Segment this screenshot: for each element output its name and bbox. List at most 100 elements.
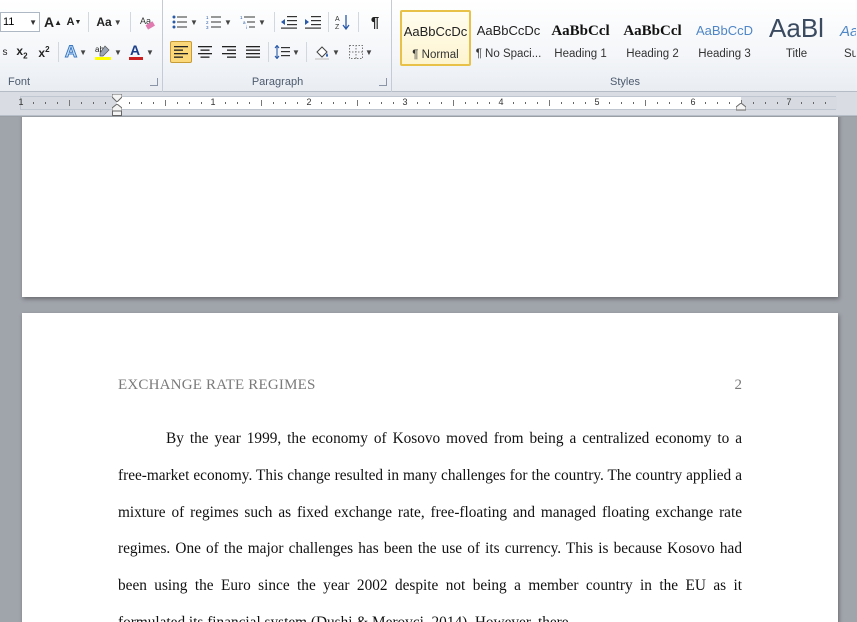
ruler-tick <box>345 102 346 104</box>
ruler-number: 1 <box>210 97 216 107</box>
style-sample: AaBbCcl <box>551 23 610 39</box>
style-name: ¶ No Spaci... <box>475 48 542 60</box>
line-spacing-button[interactable]: ▼ <box>272 41 302 63</box>
text-effects-button[interactable]: A ▼ <box>62 41 90 63</box>
ruler-tick <box>489 102 490 104</box>
borders-button[interactable]: ▼ <box>346 41 376 63</box>
style-title[interactable]: AaBl Title <box>761 10 832 66</box>
style-name: Heading 2 <box>626 48 679 60</box>
ruler-tick <box>237 102 238 104</box>
change-case-label: Aa <box>96 15 112 29</box>
ruler-tick <box>705 102 706 104</box>
ruler-tick <box>225 102 226 104</box>
change-case-button[interactable]: Aa ▼ <box>94 11 124 33</box>
ruler-tick <box>621 102 622 104</box>
ruler-tick <box>753 102 754 104</box>
paragraph-group: ▼ 1 2 3 ▼ 1 a i ▼ AZ ¶ ▼ ▼ ▼ Paragraph <box>164 0 392 92</box>
style-heading-2[interactable]: AaBbCcl Heading 2 <box>617 10 688 66</box>
subscript-button[interactable]: x2 <box>12 41 32 63</box>
font-size-box[interactable]: 11 ▼ <box>0 12 40 32</box>
font-group: 11 ▼ A ▲ A ▼ Aa ▼ Aa s x2 x2 A ▼ ab ▼ A … <box>0 0 163 92</box>
ruler-tick <box>645 100 646 106</box>
styles-group-label: Styles <box>610 76 640 88</box>
numbering-icon: 123 <box>206 15 222 29</box>
style-no-spacing[interactable]: AaBbCcDc ¶ No Spaci... <box>473 10 544 66</box>
chevron-down-icon[interactable]: ▼ <box>29 18 37 27</box>
style-heading-3[interactable]: AaBbCcD Heading 3 <box>689 10 760 66</box>
ruler-number: 1 <box>18 97 24 107</box>
sort-icon: AZ <box>335 15 350 30</box>
svg-text:A: A <box>130 43 140 58</box>
ruler-tick <box>777 102 778 104</box>
ruler-tick <box>765 102 766 104</box>
ruler-tick <box>477 102 478 104</box>
shading-icon[interactable]: s <box>0 41 10 63</box>
superscript-button[interactable]: x2 <box>34 41 54 63</box>
ruler-tick <box>393 102 394 104</box>
document-area[interactable]: EXCHANGE RATE REGIMES 2 By the year 1999… <box>0 117 857 622</box>
ruler-tick <box>105 102 106 104</box>
grow-font-button[interactable]: A ▲ <box>43 11 63 33</box>
ruler-tick <box>669 102 670 104</box>
ruler-tick <box>201 102 202 104</box>
multilevel-list-button[interactable]: 1 a i ▼ <box>238 11 268 33</box>
shading-button[interactable]: ▼ <box>312 41 342 63</box>
clear-formatting-icon[interactable]: Aa <box>136 11 158 33</box>
body-paragraph[interactable]: By the year 1999, the economy of Kosovo … <box>118 421 742 622</box>
sort-button[interactable]: AZ <box>332 11 354 33</box>
ruler-tick <box>261 100 262 106</box>
bullets-button[interactable]: ▼ <box>170 11 200 33</box>
ruler-tick <box>729 102 730 104</box>
hanging-indent-marker[interactable] <box>112 104 122 116</box>
running-head: EXCHANGE RATE REGIMES <box>118 377 316 393</box>
ruler-tick <box>57 102 58 104</box>
align-left-button[interactable] <box>170 41 192 63</box>
ruler-tick <box>513 102 514 104</box>
show-marks-button[interactable]: ¶ <box>364 11 386 33</box>
ruler-tick <box>681 102 682 104</box>
style-normal[interactable]: AaBbCcDc ¶ Normal <box>400 10 471 66</box>
align-right-button[interactable] <box>218 41 240 63</box>
ruler-tick <box>129 102 130 104</box>
paragraph-dialog-launcher[interactable] <box>379 78 387 86</box>
ruler-tick <box>33 102 34 104</box>
ruler-tick <box>441 102 442 104</box>
style-heading-1[interactable]: AaBbCcl Heading 1 <box>545 10 616 66</box>
increase-indent-button[interactable] <box>302 11 324 33</box>
ruler-tick <box>321 102 322 104</box>
font-size-value: 11 <box>3 16 15 28</box>
align-right-icon <box>222 46 236 58</box>
ruler-tick <box>165 100 166 106</box>
style-sample: AaBbCcD <box>695 23 754 38</box>
multilevel-list-icon: 1ai <box>240 15 256 29</box>
ruler-track: 1 1 2 3 4 5 6 7 <box>18 96 837 110</box>
justify-button[interactable] <box>242 41 264 63</box>
increase-indent-icon <box>305 16 321 29</box>
ruler-tick <box>153 102 154 104</box>
font-dialog-launcher[interactable] <box>150 78 158 86</box>
ruler-tick <box>429 102 430 104</box>
ruler-tick <box>141 102 142 104</box>
ruler-number: 6 <box>690 97 696 107</box>
page-2[interactable]: EXCHANGE RATE REGIMES 2 By the year 1999… <box>22 313 838 622</box>
page-1[interactable] <box>22 117 838 297</box>
highlight-button[interactable]: ab ▼ <box>93 41 123 63</box>
align-center-button[interactable] <box>194 41 216 63</box>
svg-text:i: i <box>246 25 247 29</box>
numbering-button[interactable]: 1 2 3 ▼ <box>204 11 234 33</box>
decrease-indent-button[interactable] <box>278 11 300 33</box>
ruler-tick <box>285 102 286 104</box>
right-indent-marker[interactable] <box>736 103 746 111</box>
horizontal-ruler[interactable]: 1 1 2 3 4 5 6 7 <box>0 92 857 116</box>
style-subtitle[interactable]: Aa Su <box>833 10 857 66</box>
ruler-number: 3 <box>402 97 408 107</box>
ruler-tick <box>717 102 718 104</box>
style-sample: AaBl <box>769 13 824 43</box>
font-color-button[interactable]: A ▼ <box>126 41 156 63</box>
ruler-tick <box>273 102 274 104</box>
ruler-tick <box>537 102 538 104</box>
shrink-font-button[interactable]: A ▼ <box>65 11 83 33</box>
first-line-indent-marker[interactable] <box>112 94 122 102</box>
ruler-tick <box>549 100 550 106</box>
ruler-tick <box>357 100 358 106</box>
